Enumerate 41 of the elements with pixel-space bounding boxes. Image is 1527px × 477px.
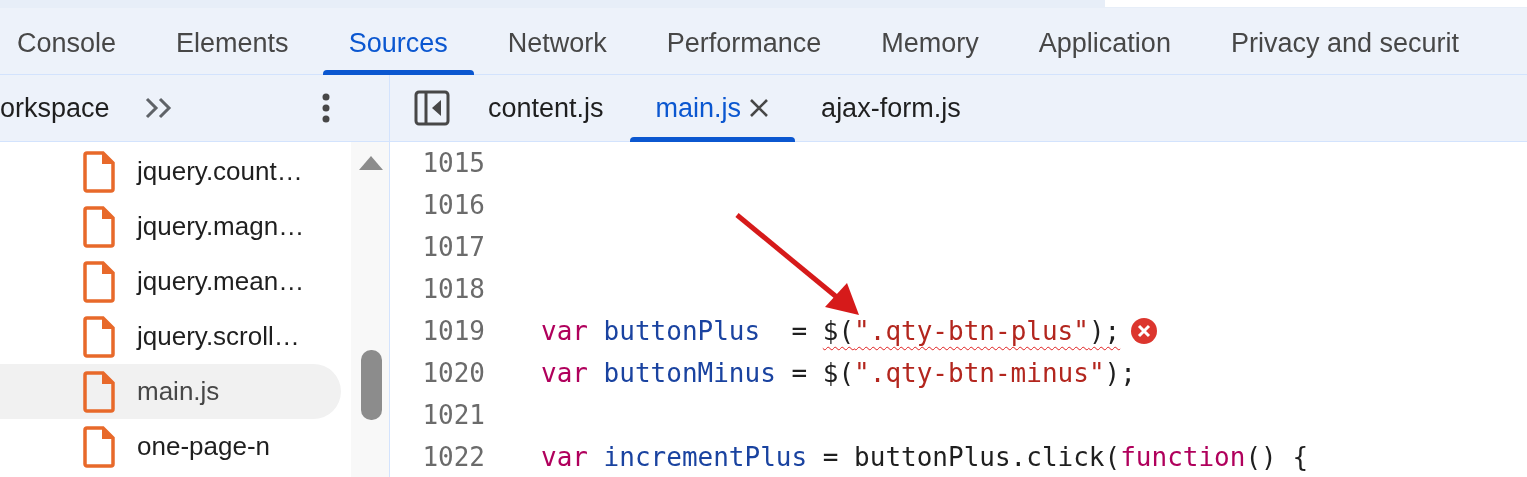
navigator-tab[interactable]: orkspace: [0, 92, 110, 124]
line-number: 1022: [421, 442, 485, 472]
panel-tab[interactable]: Elements: [150, 8, 315, 74]
scrollbar-thumb[interactable]: [361, 350, 382, 420]
panel-tab[interactable]: Memory: [855, 8, 1005, 74]
line-number: 1018: [421, 274, 485, 304]
line-number: 1020: [421, 358, 485, 388]
file-icon: [83, 425, 115, 468]
panel-tab[interactable]: Sources: [322, 8, 474, 74]
file-tree-item[interactable]: jquery.magn…: [0, 199, 341, 254]
more-options-button[interactable]: [321, 93, 330, 123]
editor-tab[interactable]: main.js: [629, 75, 796, 141]
line-number: 1021: [421, 400, 485, 430]
scroll-up-icon[interactable]: [359, 156, 383, 170]
line-number: 1017: [421, 232, 485, 262]
file-tree-item[interactable]: one-page-n: [0, 419, 341, 474]
kebab-menu-icon: [321, 93, 330, 123]
file-tree-item[interactable]: jquery.scroll…: [0, 309, 341, 364]
file-icon: [83, 260, 115, 303]
panel-tab[interactable]: Network: [481, 8, 633, 74]
file-icon: [83, 150, 115, 193]
editor-tab[interactable]: content.js: [462, 75, 630, 141]
file-icon: [83, 370, 115, 413]
panel-tab[interactable]: Console: [0, 8, 143, 74]
close-icon[interactable]: [749, 98, 770, 118]
panel-tab[interactable]: Privacy and securit: [1204, 8, 1485, 74]
editor-tab[interactable]: ajax-form.js: [795, 75, 987, 141]
file-tree-item[interactable]: jquery.count…: [0, 144, 341, 199]
line-number: 1015: [421, 148, 485, 178]
file-tree-item[interactable]: jquery.mean…: [0, 254, 341, 309]
file-icon: [83, 315, 115, 358]
code-line: var buttonMinus = $(".qty-btn-minus");: [541, 358, 1136, 388]
file-icon: [83, 205, 115, 248]
panel-tab[interactable]: Application: [1012, 8, 1197, 74]
panel-toggle-icon: [414, 90, 450, 126]
line-number: 1016: [421, 190, 485, 220]
panel-tab[interactable]: Performance: [640, 8, 848, 74]
file-tree-item[interactable]: main.js: [0, 364, 341, 419]
line-number: 1019: [421, 316, 485, 346]
code-line: var buttonPlus = $(".qty-btn-plus");: [541, 316, 1121, 346]
code-line: var incrementPlus = buttonPlus.click(function() {: [541, 442, 1309, 472]
